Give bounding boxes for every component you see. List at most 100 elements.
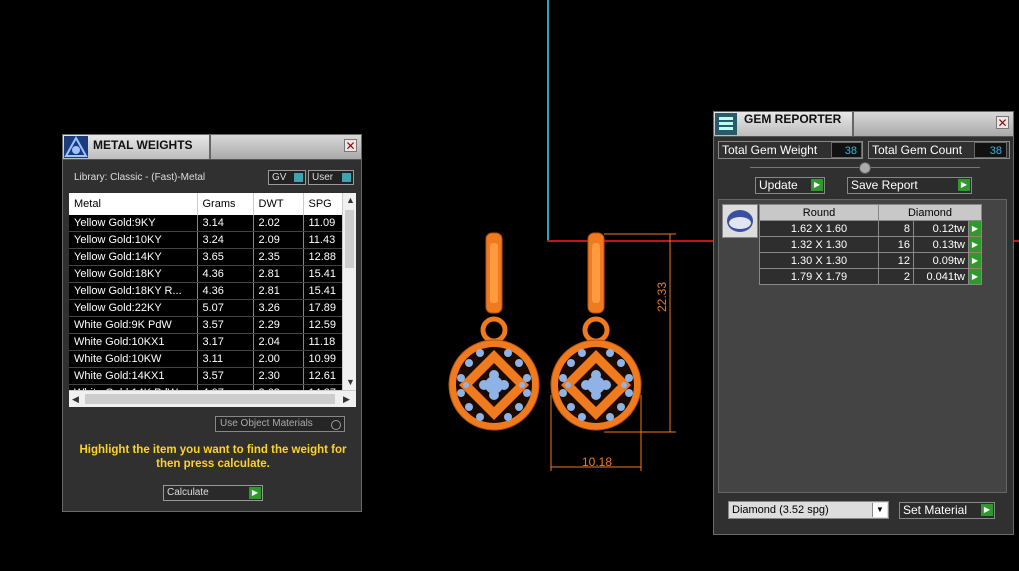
table-row[interactable]: Yellow Gold:14KY 3.65 2.35 12.88: [69, 248, 356, 266]
table-row[interactable]: Yellow Gold:10KY 3.24 2.09 11.43: [69, 231, 356, 249]
column-header-grams[interactable]: Grams: [197, 193, 254, 215]
user-toggle[interactable]: User: [308, 170, 354, 185]
table-cell: 3.57: [197, 367, 254, 385]
table-cell: 2.00: [253, 350, 304, 368]
scroll-down-icon[interactable]: ▼: [346, 377, 355, 387]
metal-table-hscroll[interactable]: ◀ ▶: [69, 390, 356, 407]
gv-toggle[interactable]: GV: [268, 170, 306, 185]
table-cell: 2.81: [253, 265, 304, 283]
library-label: Library: Classic - (Fast)-Metal: [74, 172, 206, 183]
gem-row[interactable]: 1.79 X 1.79 2 0.041tw ▶: [759, 268, 982, 285]
column-header-metal[interactable]: Metal: [69, 193, 198, 215]
gem-cell: 1.32 X 1.30: [759, 236, 879, 253]
table-row[interactable]: Yellow Gold:22KY 5.07 3.26 17.89: [69, 299, 356, 317]
viewport-axis-cyan: [547, 0, 549, 242]
chevron-down-icon[interactable]: ▼: [872, 503, 887, 517]
use-object-materials-toggle[interactable]: Use Object Materials: [215, 416, 345, 432]
dimension-height-label: 22.33: [655, 281, 669, 312]
table-cell: 3.26: [253, 299, 304, 317]
table-cell: 2.29: [253, 316, 304, 334]
select-gem-arrow-icon[interactable]: ▶: [968, 252, 982, 269]
set-material-button[interactable]: Set Material ▶: [899, 502, 995, 519]
scroll-left-icon[interactable]: ◀: [72, 394, 79, 405]
gem-cell: 1.79 X 1.79: [759, 268, 879, 285]
material-select[interactable]: Diamond (3.52 spg) ▼: [728, 501, 889, 519]
slider-handle[interactable]: [859, 162, 871, 174]
table-row[interactable]: White Gold:10KX1 3.17 2.04 11.18: [69, 333, 356, 351]
scroll-up-icon[interactable]: ▲: [346, 195, 355, 205]
update-label: Update: [759, 178, 798, 192]
gem-row[interactable]: 1.30 X 1.30 12 0.09tw ▶: [759, 252, 982, 269]
gem-table: Round Diamond 1.62 X 1.60 8 0.12tw ▶ 1.32 X …: [759, 204, 982, 285]
table-row[interactable]: White Gold:9K PdW 3.57 2.29 12.59: [69, 316, 356, 334]
gem-row[interactable]: 1.32 X 1.30 16 0.13tw ▶: [759, 236, 982, 253]
metal-weights-panel: METAL WEIGHTS ✕ Library: Classic - (Fast…: [62, 134, 362, 512]
save-report-label: Save Report: [851, 178, 918, 192]
gem-header-shape: Round: [759, 204, 879, 221]
table-cell: Yellow Gold:14KY: [69, 248, 198, 266]
gem-cell: 1.30 X 1.30: [759, 252, 879, 269]
save-report-button[interactable]: Save Report ▶: [847, 177, 972, 194]
table-cell: 3.24: [197, 231, 254, 249]
radio-icon: [331, 420, 341, 430]
table-cell: White Gold:10KW: [69, 350, 198, 368]
table-cell: 3.57: [197, 316, 254, 334]
gem-cell: 8: [878, 220, 914, 237]
earring-render: [440, 225, 676, 471]
table-row[interactable]: Yellow Gold:18KY R... 4.36 2.81 15.41: [69, 282, 356, 300]
table-cell: 3.11: [197, 350, 254, 368]
table-cell: 2.02: [253, 215, 304, 232]
metal-table: Metal Grams DWT SPG Yellow Gold:9KY 3.14 2…: [69, 193, 356, 407]
gem-cell: 0.12tw: [913, 220, 969, 237]
gem-cell: 12: [878, 252, 914, 269]
total-gem-count-value: 38: [974, 142, 1007, 158]
dimension-width-label: 10.18: [582, 455, 613, 469]
table-row[interactable]: Yellow Gold:18KY 4.36 2.81 15.41: [69, 265, 356, 283]
update-arrow-icon[interactable]: ▶: [811, 179, 823, 191]
gem-table-header: Round Diamond: [759, 204, 982, 221]
table-cell: 3.65: [197, 248, 254, 266]
table-cell: 2.81: [253, 282, 304, 300]
metal-weights-titlebar[interactable]: METAL WEIGHTS ✕: [63, 135, 361, 160]
table-row[interactable]: White Gold:10KW 3.11 2.00 10.99: [69, 350, 356, 368]
save-report-arrow-icon[interactable]: ▶: [958, 179, 970, 191]
table-cell: Yellow Gold:10KY: [69, 231, 198, 249]
table-cell: White Gold:9K PdW: [69, 316, 198, 334]
use-object-materials-label: Use Object Materials: [220, 418, 313, 429]
round-gem-icon[interactable]: [722, 204, 758, 238]
table-cell: 2.09: [253, 231, 304, 249]
user-toggle-label: User: [312, 172, 334, 183]
gem-reporter-icon: [715, 113, 737, 135]
table-row[interactable]: White Gold:14KX1 3.57 2.30 12.61: [69, 367, 356, 385]
calculate-label: Calculate: [167, 487, 209, 498]
table-cell: 3.17: [197, 333, 254, 351]
gem-cell: 1.62 X 1.60: [759, 220, 879, 237]
metal-table-vscroll[interactable]: ▲ ▼: [342, 193, 356, 391]
vscroll-thumb[interactable]: [345, 210, 354, 268]
gem-cell: 16: [878, 236, 914, 253]
hscroll-thumb[interactable]: [85, 394, 335, 404]
gem-cell: 0.09tw: [913, 252, 969, 269]
gem-row[interactable]: 1.62 X 1.60 8 0.12tw ▶: [759, 220, 982, 237]
table-cell: Yellow Gold:18KY R...: [69, 282, 198, 300]
metal-weights-title: METAL WEIGHTS: [93, 138, 193, 152]
scroll-right-icon[interactable]: ▶: [343, 394, 350, 405]
update-button[interactable]: Update ▶: [755, 177, 825, 194]
gem-cell: 0.041tw: [913, 268, 969, 285]
metal-weights-close-button[interactable]: ✕: [344, 139, 357, 152]
material-select-value: Diamond (3.52 spg): [732, 504, 829, 516]
play-arrow-icon[interactable]: ▶: [249, 487, 261, 499]
gem-reporter-titlebar[interactable]: GEM REPORTER ✕: [714, 112, 1013, 137]
select-gem-arrow-icon[interactable]: ▶: [968, 220, 982, 237]
table-row[interactable]: Yellow Gold:9KY 3.14 2.02 11.09: [69, 215, 356, 232]
total-gem-weight-value: 38: [831, 142, 862, 158]
gem-cell: 0.13tw: [913, 236, 969, 253]
calculate-button[interactable]: Calculate ▶: [163, 485, 263, 501]
gem-header-material: Diamond: [878, 204, 982, 221]
column-header-dwt[interactable]: DWT: [253, 193, 304, 215]
select-gem-arrow-icon[interactable]: ▶: [968, 236, 982, 253]
gem-reporter-close-button[interactable]: ✕: [996, 116, 1009, 129]
set-material-arrow-icon[interactable]: ▶: [981, 504, 993, 516]
select-gem-arrow-icon[interactable]: ▶: [968, 268, 982, 285]
table-cell: 4.36: [197, 265, 254, 283]
